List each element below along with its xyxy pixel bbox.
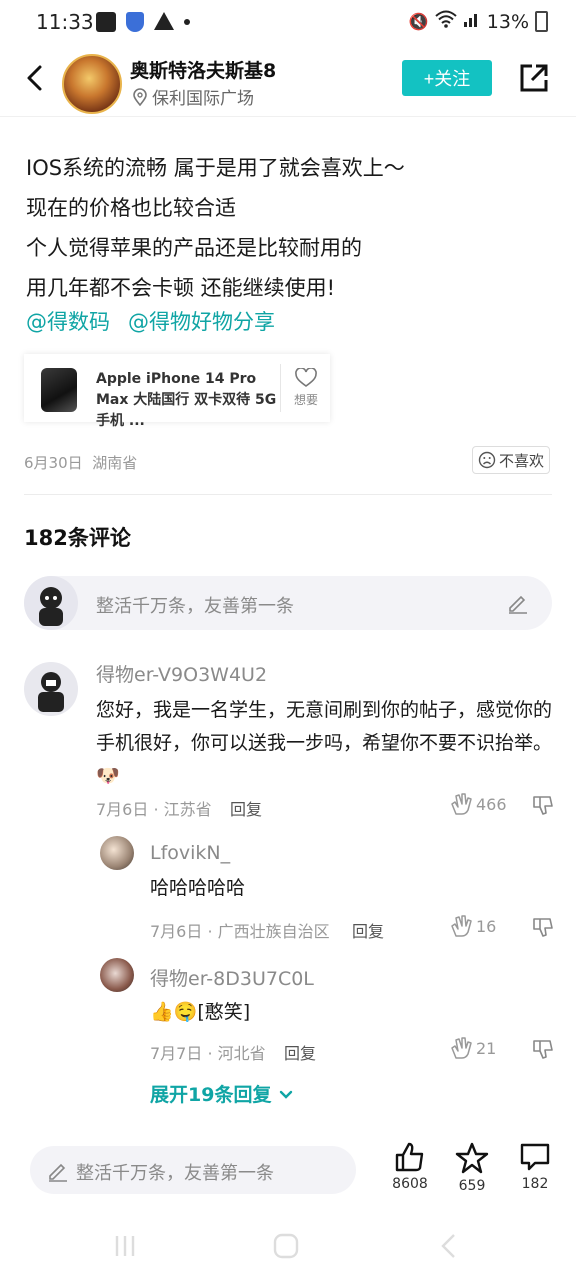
dot-icon — [184, 19, 190, 25]
dislike-label: 不喜欢 — [498, 451, 544, 470]
gallery-icon — [96, 12, 116, 32]
shield-icon — [126, 12, 144, 32]
thumbs-up-icon — [395, 1142, 424, 1172]
comment-input-placeholder: 整活千万条，友善第一条 — [96, 596, 294, 617]
post-meta: 6月30日 湖南省 — [24, 452, 137, 473]
post-line: 用几年都不会卡顿 还能继续使用! — [26, 276, 336, 300]
mute-icon: 🔇 — [408, 12, 429, 31]
comment-button[interactable]: 182 — [507, 1142, 563, 1192]
mentions: @得数码 @得物好物分享 — [26, 306, 275, 336]
expand-replies-label: 展开19条回复 — [150, 1084, 272, 1106]
post-line: 个人觉得苹果的产品还是比较耐用的 — [26, 236, 362, 260]
comment-text: 哈哈哈哈哈 — [150, 877, 246, 899]
home-icon[interactable] — [272, 1232, 300, 1260]
post-date: 6月30日 — [24, 454, 83, 472]
post-location[interactable]: 保利国际广场 — [132, 84, 254, 109]
product-image — [41, 368, 77, 412]
comment-meta: 7月6日 · 江苏省 — [96, 800, 212, 819]
bottom-comment-input[interactable]: 整活千万条，友善第一条 — [30, 1146, 356, 1194]
status-left-icons — [96, 12, 190, 32]
post-line: IOS系统的流畅 属于是用了就会喜欢上～ — [26, 156, 405, 180]
commenter-avatar[interactable] — [100, 836, 134, 870]
battery-icon — [535, 11, 548, 32]
divider — [280, 364, 281, 412]
clap-icon — [451, 915, 472, 937]
bottom-action-bar: 整活千万条，友善第一条 8608 659 182 — [0, 1130, 576, 1220]
chevron-left-icon — [27, 65, 42, 91]
comment-input[interactable]: 整活千万条，友善第一条 — [24, 576, 552, 630]
commenter-avatar[interactable] — [24, 662, 78, 716]
warning-icon — [154, 12, 174, 30]
dislike-button[interactable]: 不喜欢 — [472, 446, 550, 474]
status-time: 11:33 — [36, 10, 94, 34]
reply-button[interactable]: 回复 — [284, 1040, 316, 1064]
product-title: Apple iPhone 14 Pro Max 大陆国行 双卡双待 5G 手机 … — [96, 371, 277, 429]
battery-level: 13% — [486, 10, 529, 33]
comment-like[interactable]: 466 — [450, 792, 507, 816]
my-avatar — [24, 576, 78, 630]
post-line: 现在的价格也比较合适 — [26, 196, 236, 220]
sad-face-icon — [478, 451, 496, 469]
like-count: 16 — [476, 916, 497, 936]
commenter-name[interactable]: 得物er-V9O3W4U2 — [96, 660, 267, 687]
post-header: 奥斯特洛夫斯基8 保利国际广场 +关注 — [0, 46, 576, 117]
clap-icon — [451, 1037, 472, 1059]
like-count: 21 — [476, 1038, 497, 1058]
clap-icon — [451, 793, 472, 815]
comment-like[interactable]: 16 — [450, 914, 496, 938]
favorite-button[interactable]: 659 — [444, 1142, 500, 1194]
want-button[interactable]: 想要 — [286, 367, 326, 408]
comment-meta: 7月6日 · 广西壮族自治区 — [150, 922, 330, 941]
recent-apps-icon[interactable] — [112, 1234, 138, 1258]
comment-meta: 7月7日 · 河北省 — [150, 1044, 266, 1063]
status-right-icons: 🔇 13% — [409, 10, 548, 33]
mention-link[interactable]: @得数码 — [26, 306, 110, 336]
back-button[interactable] — [22, 64, 50, 92]
divider — [24, 494, 552, 495]
commenter-avatar[interactable] — [100, 958, 134, 992]
star-icon — [455, 1142, 489, 1174]
comment-count: 182条评论 — [24, 526, 131, 550]
author-avatar[interactable] — [62, 54, 122, 114]
expand-replies-button[interactable]: 展开19条回复 — [150, 1080, 294, 1107]
post-body: IOS系统的流畅 属于是用了就会喜欢上～ 现在的价格也比较合适 个人觉得苹果的产… — [26, 148, 556, 308]
thumbs-down-icon[interactable] — [532, 794, 554, 816]
reply-button[interactable]: 回复 — [352, 918, 384, 942]
comment-count-bottom: 182 — [521, 1176, 549, 1192]
location-label: 保利国际广场 — [152, 89, 254, 109]
post-region: 湖南省 — [92, 454, 138, 472]
pencil-icon — [49, 1163, 67, 1182]
commenter-name[interactable]: 得物er-8D3U7C0L — [150, 964, 314, 991]
wifi-icon — [435, 10, 457, 33]
commenter-name[interactable]: LfovikN_ — [150, 842, 230, 864]
comment-like[interactable]: 21 — [450, 1036, 496, 1060]
bottom-input-placeholder: 整活千万条，友善第一条 — [76, 1163, 274, 1184]
chevron-down-icon — [279, 1090, 293, 1099]
signal-icon — [463, 10, 481, 33]
comment-text: 您好，我是一名学生，无意间刷到你的帖子，感觉你的手机很好，你可以送我一步吗，希望… — [96, 699, 553, 787]
product-card[interactable]: Apple iPhone 14 Pro Max 大陆国行 双卡双待 5G 手机 … — [24, 354, 330, 429]
want-label: 想要 — [293, 393, 318, 407]
mention-link[interactable]: @得物好物分享 — [128, 306, 275, 336]
thumbs-down-icon[interactable] — [532, 1038, 554, 1060]
status-bar: 11:33 🔇 13% — [0, 0, 576, 46]
system-nav-bar — [0, 1220, 576, 1280]
like-button[interactable]: 8608 — [382, 1142, 438, 1192]
favorite-count: 659 — [458, 1178, 486, 1194]
share-icon — [520, 64, 548, 92]
comment-text: 👍🤤[憨笑] — [150, 1001, 251, 1023]
heart-icon — [295, 367, 317, 387]
comment-icon — [520, 1143, 550, 1171]
author-name[interactable]: 奥斯特洛夫斯基8 — [130, 56, 276, 83]
nav-back-icon[interactable] — [438, 1232, 458, 1260]
follow-button[interactable]: +关注 — [402, 60, 492, 96]
like-count: 466 — [476, 794, 507, 814]
share-button[interactable] — [518, 62, 550, 94]
like-count: 8608 — [392, 1176, 428, 1192]
pencil-icon — [509, 595, 527, 614]
thumbs-down-icon[interactable] — [532, 916, 554, 938]
location-pin-icon — [133, 87, 147, 106]
reply-button[interactable]: 回复 — [230, 796, 262, 820]
